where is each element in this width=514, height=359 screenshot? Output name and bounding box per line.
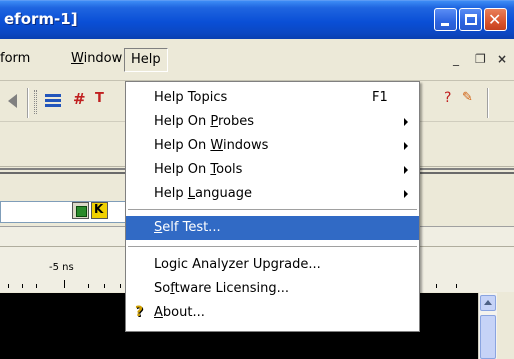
mdi-restore-button[interactable]: ❐ <box>475 52 486 66</box>
menu-item-self-test[interactable]: Self Test... <box>126 216 419 240</box>
submenu-arrow-icon <box>404 190 408 198</box>
menu-item-label: Software Licensing... <box>154 281 289 296</box>
time-axis-label: -5 ns <box>49 262 74 273</box>
menu-window-rest: indow <box>83 51 123 66</box>
menu-item-about[interactable]: ? About... <box>126 301 419 325</box>
menu-item-label: Help Language <box>154 186 252 201</box>
menu-item-shortcut: F1 <box>372 90 388 105</box>
go-to-start-icon: K <box>94 202 104 216</box>
menu-window[interactable]: Window <box>71 51 122 66</box>
tick <box>436 284 437 288</box>
submenu-arrow-icon <box>404 142 408 150</box>
window-edge <box>497 293 514 359</box>
run-button[interactable] <box>72 202 89 219</box>
tick <box>64 280 65 288</box>
maximize-button[interactable] <box>459 8 482 31</box>
menu-item-label: Help On Probes <box>154 114 255 129</box>
timing-icon[interactable]: T <box>95 91 115 111</box>
menu-window-mnemonic: W <box>71 51 84 66</box>
submenu-arrow-icon <box>404 118 408 126</box>
minimize-icon <box>441 23 449 26</box>
mdi-close-button[interactable]: × <box>497 52 507 66</box>
tick <box>36 284 37 288</box>
tick <box>120 284 121 288</box>
menu-item-label: Help On Tools <box>154 162 243 177</box>
menu-item-help-on-tools[interactable]: Help On Tools <box>126 158 419 182</box>
menu-item-label: Self Test... <box>154 220 221 235</box>
tick <box>104 284 105 288</box>
menu-bar: form Window Help _ ❐ × <box>0 39 514 81</box>
scroll-thumb[interactable] <box>480 315 496 359</box>
tick <box>88 284 89 288</box>
pencil-icon[interactable]: ✎ <box>462 90 482 110</box>
menu-item-help-on-probes[interactable]: Help On Probes <box>126 110 419 134</box>
tick <box>8 284 9 288</box>
menu-separator <box>128 246 417 247</box>
close-button[interactable]: ✕ <box>484 8 507 31</box>
menu-item-help-language[interactable]: Help Language <box>126 182 419 206</box>
mdi-minimize-button[interactable]: _ <box>453 52 459 66</box>
vertical-scrollbar[interactable] <box>478 293 497 359</box>
probe-icon[interactable]: ? <box>444 90 464 110</box>
list-view-icon[interactable] <box>45 92 65 112</box>
menu-help[interactable]: Help <box>124 48 168 72</box>
menu-item-software-licensing[interactable]: Software Licensing... <box>126 277 419 301</box>
close-icon: ✕ <box>488 10 502 29</box>
title-bar[interactable]: eform-1] ✕ <box>0 0 514 39</box>
menu-item-label: Help On Windows <box>154 138 269 153</box>
help-menu-dropdown: Help Topics F1 Help On Probes Help On Wi… <box>125 81 420 332</box>
menu-item-label: Help Topics <box>154 90 228 105</box>
help-question-icon: ? <box>135 304 144 320</box>
tick <box>22 284 23 288</box>
back-arrow-icon[interactable] <box>8 94 17 108</box>
tick <box>456 284 457 288</box>
grid-marker-icon[interactable]: # <box>73 90 93 110</box>
menu-item-help-on-windows[interactable]: Help On Windows <box>126 134 419 158</box>
go-to-start-button[interactable]: K <box>91 202 108 219</box>
submenu-arrow-icon <box>404 166 408 174</box>
scroll-up-button[interactable] <box>480 295 496 311</box>
minimize-button[interactable] <box>434 8 457 31</box>
maximize-icon <box>465 14 477 25</box>
menu-separator <box>128 209 417 210</box>
toolbar-grip[interactable] <box>34 90 37 114</box>
menu-item-label: Logic Analyzer Upgrade... <box>154 257 321 272</box>
menu-item-help-topics[interactable]: Help Topics F1 <box>126 86 419 110</box>
toolbar-separator <box>487 88 489 118</box>
window-title: eform-1] <box>4 10 78 28</box>
toolbar-separator <box>27 88 29 118</box>
menu-waveform[interactable]: form <box>0 51 30 66</box>
menu-item-logic-analyzer-upgrade[interactable]: Logic Analyzer Upgrade... <box>126 253 419 277</box>
menu-item-label: About... <box>154 305 205 320</box>
waveform-input[interactable] <box>0 201 140 223</box>
